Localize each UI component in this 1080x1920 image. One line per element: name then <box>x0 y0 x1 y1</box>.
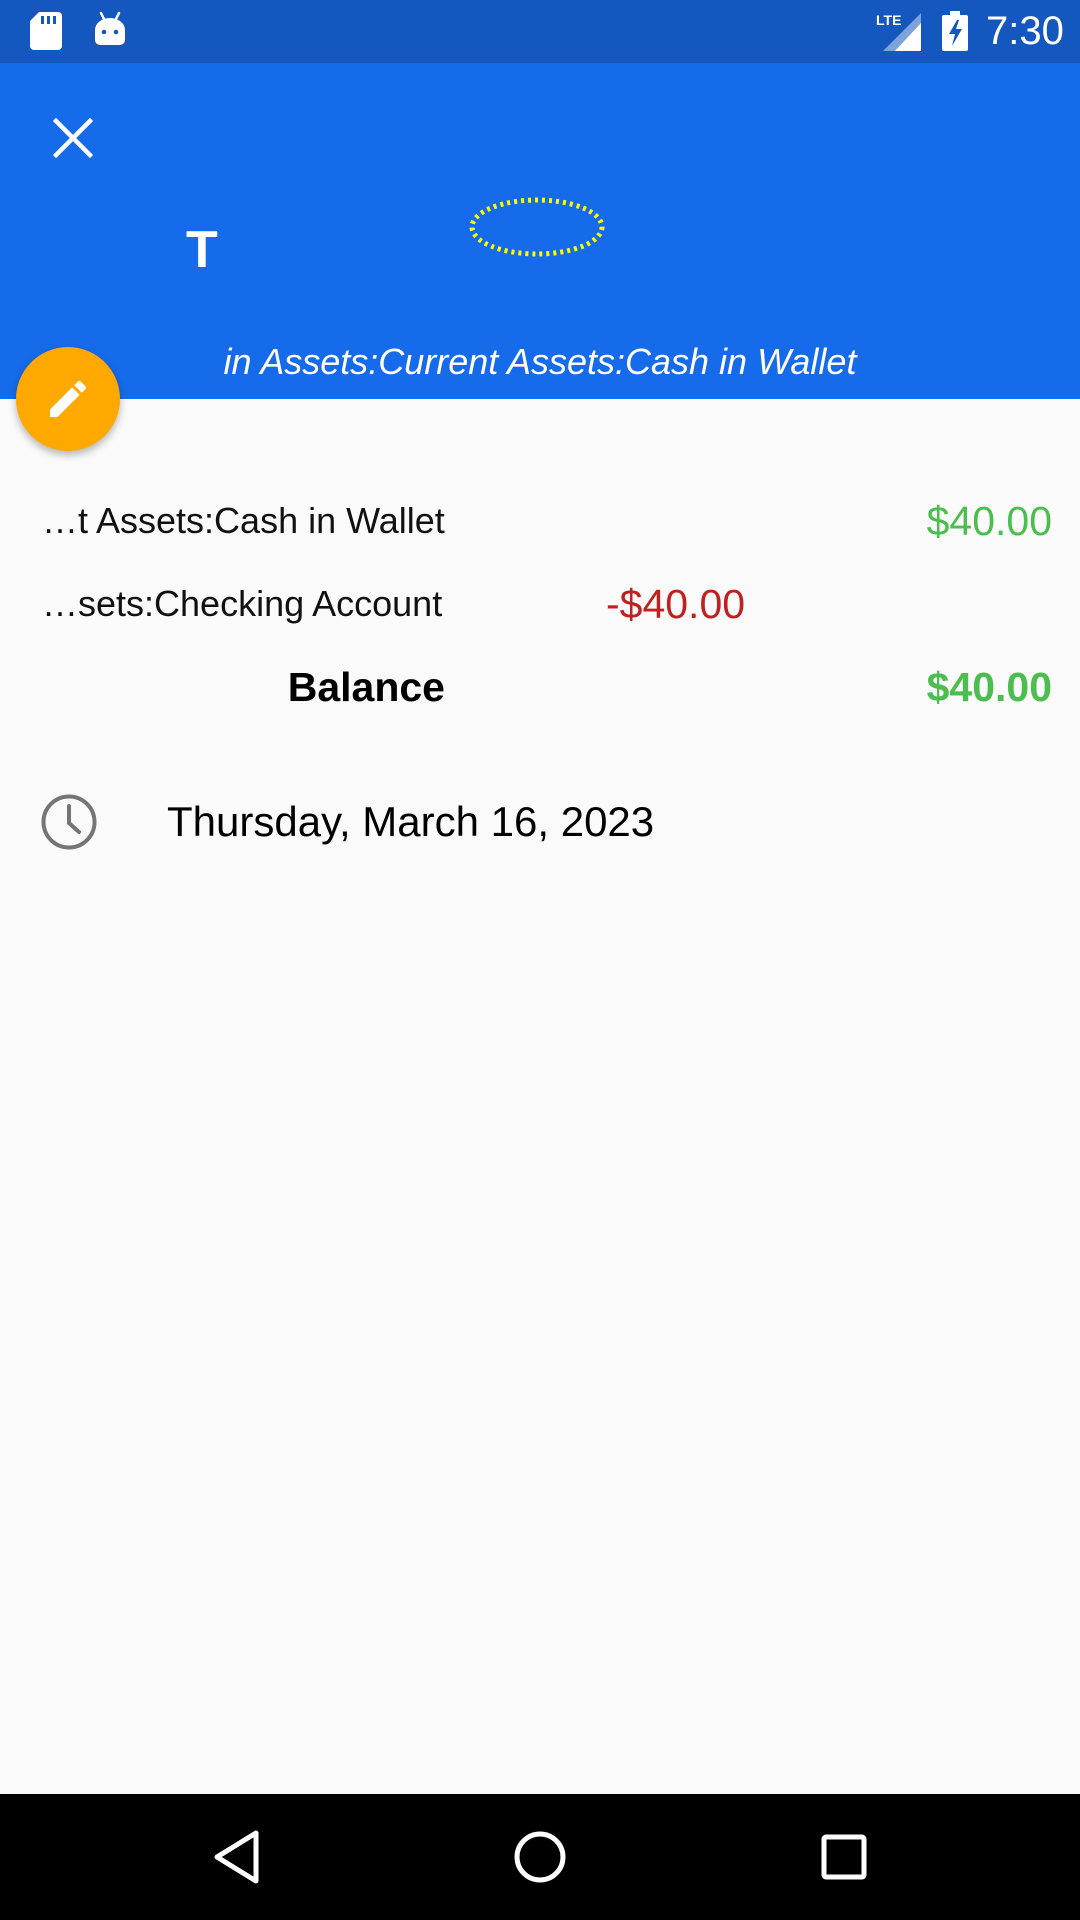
lte-signal-icon: LTE <box>876 11 922 56</box>
status-bar: LTE 7:30 <box>0 0 1080 63</box>
balance-label: Balance <box>287 664 445 710</box>
battery-charging-icon <box>941 11 969 56</box>
back-button[interactable] <box>196 1817 276 1897</box>
date-row: Thursday, March 16, 2023 <box>0 790 1080 854</box>
navigation-bar <box>0 1794 1080 1920</box>
edit-transaction-button[interactable] <box>16 347 120 451</box>
lte-label: LTE <box>876 12 901 28</box>
recents-button[interactable] <box>804 1817 884 1897</box>
status-time: 7:30 <box>986 9 1064 53</box>
app-bar: T in Assets:Current Assets:Cash in Walle… <box>0 63 1080 399</box>
pencil-icon <box>50 380 87 417</box>
transaction-date: Thursday, March 16, 2023 <box>167 798 655 845</box>
balance-amount: $40.00 <box>926 664 1052 710</box>
split-row: …t Assets:Cash in Wallet $40.00 <box>0 491 1080 551</box>
sd-card-icon <box>30 12 62 55</box>
recents-icon <box>821 1834 867 1880</box>
android-icon <box>94 10 126 53</box>
split-amount-credit: -$40.00 <box>606 581 746 627</box>
screen: LTE 7:30 T in Assets:Current Assets:Cash… <box>0 0 1080 1920</box>
back-icon <box>214 1830 259 1884</box>
home-icon <box>514 1831 566 1883</box>
split-account: …sets:Checking Account <box>42 583 443 624</box>
clock-icon <box>41 794 97 850</box>
close-icon <box>53 118 93 158</box>
account-subtitle: in Assets:Current Assets:Cash in Wallet <box>223 341 857 382</box>
balance-row: Balance $40.00 <box>0 657 1080 717</box>
close-button[interactable] <box>40 105 106 171</box>
home-button[interactable] <box>500 1817 580 1897</box>
split-account: …t Assets:Cash in Wallet <box>42 500 445 541</box>
split-amount-debit: $40.00 <box>926 498 1052 544</box>
split-row: …sets:Checking Account -$40.00 <box>0 574 1080 634</box>
transaction-title: T <box>186 221 218 279</box>
focus-ring-indicator <box>469 197 605 257</box>
